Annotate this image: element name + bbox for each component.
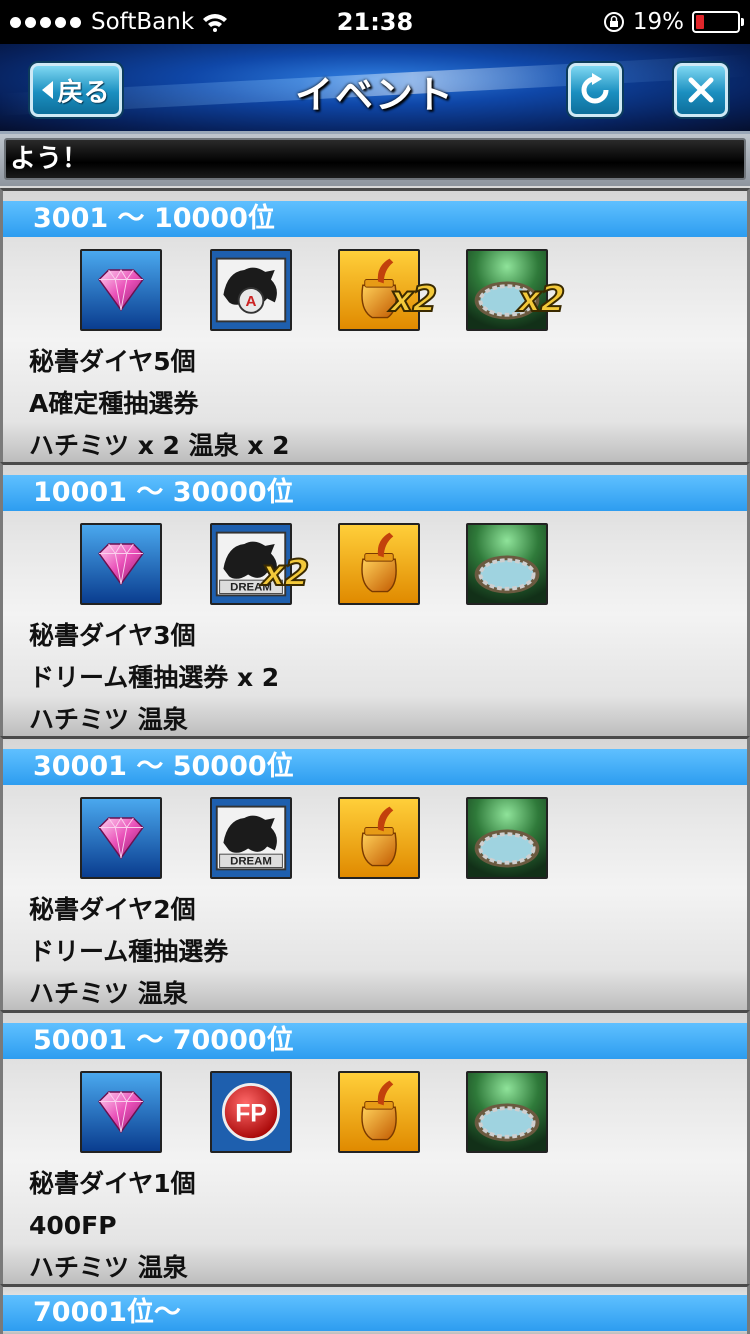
page-title: イベント — [294, 73, 455, 117]
reward-line: 秘書ダイヤ5個 — [29, 347, 196, 376]
diamond-icon — [80, 249, 162, 331]
diamond-icon — [80, 523, 162, 605]
rank-range-label: 3001 〜 10000位 — [3, 201, 747, 237]
svg-text:A: A — [246, 293, 257, 310]
close-button[interactable] — [674, 63, 728, 117]
quantity-multiplier: x2 — [389, 278, 438, 321]
ticker-text: よう！ — [4, 138, 746, 180]
battery-percent: 19% — [632, 9, 684, 35]
reward-description: 秘書ダイヤ5個 A確定種抽選券ハチミツ x 2 温泉 x 2 — [29, 341, 290, 467]
news-ticker: よう！ — [0, 134, 750, 186]
reward-line: ドリーム種抽選券 x 2 — [29, 663, 280, 692]
reward-description: 秘書ダイヤ2個ドリーム種抽選券 ハチミツ 温泉 — [29, 889, 228, 1015]
reward-line: 秘書ダイヤ3個 — [29, 621, 196, 650]
hot-spring-icon — [466, 523, 548, 605]
rotation-lock-icon — [603, 12, 624, 32]
honey-icon — [338, 1071, 420, 1153]
reward-line: A確定種抽選券 — [29, 389, 199, 418]
close-icon — [688, 77, 714, 103]
reward-list[interactable]: 3001 〜 10000位 Ax2 x2 秘書ダイヤ5個 A確定種抽選券ハチミツ x 2… — [0, 188, 750, 1334]
reward-line: ハチミツ 温泉 — [29, 705, 188, 734]
status-bar: SoftBank 21:38 19% — [0, 0, 750, 44]
rank-range-label: 50001 〜 70000位 — [3, 1023, 747, 1059]
refresh-icon — [581, 73, 609, 104]
honey-icon — [338, 523, 420, 605]
reward-icons: DREAM x2 — [80, 523, 700, 605]
header: 戻る イベント — [0, 44, 750, 134]
reward-line: ハチミツ 温泉 — [29, 1253, 188, 1282]
reward-line: 秘書ダイヤ1個 — [29, 1169, 196, 1198]
reward-tier: 3001 〜 10000位 Ax2 x2 秘書ダイヤ5個 A確定種抽選券ハチミツ x 2… — [0, 188, 750, 462]
hot-spring-icon — [466, 797, 548, 879]
ticket-dream-icon: DREAM — [210, 797, 292, 879]
reward-icons: FP — [80, 1071, 700, 1153]
quantity-multiplier: x2 — [517, 278, 566, 321]
refresh-button[interactable] — [568, 63, 622, 117]
svg-text:DREAM: DREAM — [230, 856, 272, 868]
battery-icon — [692, 11, 744, 33]
honey-icon — [338, 797, 420, 879]
reward-icons: DREAM — [80, 797, 700, 879]
rank-range-label: 70001位〜 — [3, 1295, 747, 1331]
reward-line: 400FP — [29, 1211, 117, 1240]
rank-range-label: 10001 〜 30000位 — [3, 475, 747, 511]
ticket-a-icon: A — [210, 249, 292, 331]
reward-tier: 10001 〜 30000位 DREAM x2 秘書ダイヤ3個ドリーム種抽選券 x 2… — [0, 462, 750, 736]
reward-icons: Ax2 x2 — [80, 249, 700, 331]
rank-range-label: 30001 〜 50000位 — [3, 749, 747, 785]
reward-tier: 30001 〜 50000位 DREAM 秘書ダイヤ2個ドリーム種抽選券 ハチミツ 温… — [0, 736, 750, 1010]
reward-line: ハチミツ 温泉 — [29, 979, 188, 1008]
reward-tier: 50001 〜 70000位 FP 秘書ダイヤ1個 400FP ハチミツ 温泉 — [0, 1010, 750, 1284]
reward-line: ドリーム種抽選券 — [29, 937, 229, 966]
reward-line: 秘書ダイヤ2個 — [29, 895, 196, 924]
battery-level — [696, 15, 704, 29]
reward-description: 秘書ダイヤ1個 400FP ハチミツ 温泉 — [29, 1163, 196, 1289]
diamond-icon — [80, 797, 162, 879]
quantity-multiplier: x2 — [261, 552, 310, 595]
hot-spring-icon — [466, 1071, 548, 1153]
status-right: 19% — [603, 0, 744, 44]
reward-description: 秘書ダイヤ3個ドリーム種抽選券 x 2 ハチミツ 温泉 — [29, 615, 279, 741]
svg-text:FP: FP — [235, 1101, 267, 1128]
diamond-icon — [80, 1071, 162, 1153]
reward-tier: 70001位〜 — [0, 1284, 750, 1334]
reward-line: ハチミツ x 2 温泉 x 2 — [29, 431, 290, 460]
fp-icon: FP — [210, 1071, 292, 1153]
